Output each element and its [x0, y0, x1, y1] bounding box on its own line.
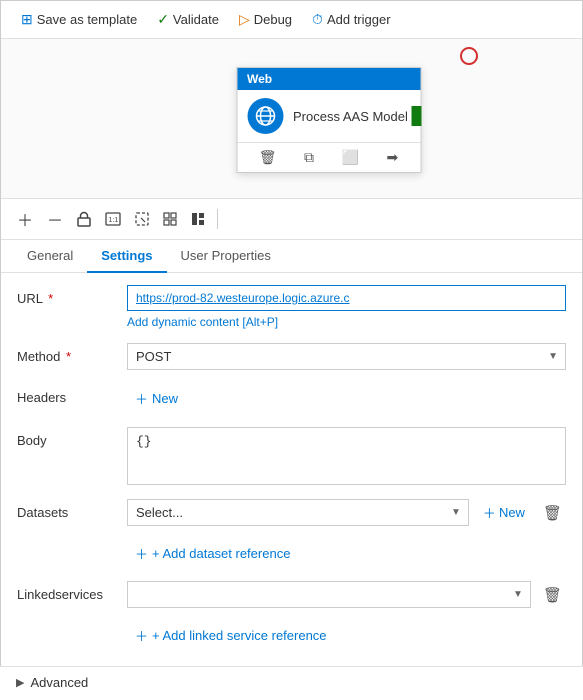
node-body: Process AAS Model — [237, 90, 420, 142]
headers-new-label: New — [152, 391, 178, 406]
add-dataset-ref-plus: ＋ — [135, 544, 148, 563]
method-required-star: * — [66, 349, 71, 364]
datasets-delete-button[interactable]: 🗑 — [539, 502, 566, 524]
debug-icon: ▷ — [239, 11, 250, 28]
method-control-wrap: POST GET PUT DELETE PATCH ▼ — [127, 343, 566, 370]
url-control-wrap: Add dynamic content [Alt+P] — [127, 285, 566, 329]
layout-button[interactable] — [185, 208, 211, 230]
body-row: Body {} — [17, 427, 566, 485]
fit-button[interactable]: 1:1 — [99, 208, 127, 230]
datasets-new-button[interactable]: ＋ New — [477, 499, 531, 526]
node-category-label: Web — [247, 72, 272, 86]
select-button[interactable] — [129, 208, 155, 230]
datasets-new-plus: ＋ — [483, 503, 496, 522]
node-duplicate-button[interactable]: ⬜ — [338, 147, 363, 168]
datasets-select-wrap: Select... ▼ — [127, 499, 469, 526]
advanced-label: Advanced — [30, 675, 88, 690]
linkedservices-control-wrap: ▼ 🗑 — [127, 581, 566, 608]
method-select[interactable]: POST GET PUT DELETE PATCH — [127, 343, 566, 370]
datasets-label: Datasets — [17, 499, 117, 520]
datasets-new-label: New — [499, 505, 525, 520]
validate-label: Validate — [173, 12, 219, 27]
body-textarea[interactable]: {} — [127, 427, 566, 485]
form-area: URL * Add dynamic content [Alt+P] Method… — [1, 273, 582, 700]
debug-label: Debug — [254, 12, 292, 27]
node-actions: 🗑 ⧉ ⬜ ➡ — [237, 142, 420, 172]
headers-control-wrap: ＋ New — [127, 384, 566, 413]
save-template-icon: ⊞ — [21, 11, 33, 28]
add-trigger-button[interactable]: ⏱ Add trigger — [304, 7, 399, 32]
tabs-row: General Settings User Properties — [1, 240, 582, 273]
zoom-in-button[interactable]: ＋ — [11, 203, 39, 235]
headers-label: Headers — [17, 384, 117, 405]
headers-new-button[interactable]: ＋ New — [127, 384, 566, 413]
zoom-out-button[interactable]: － — [41, 203, 69, 235]
tab-settings-label: Settings — [101, 248, 152, 263]
method-select-wrap: POST GET PUT DELETE PATCH ▼ — [127, 343, 566, 370]
url-label: URL * — [17, 285, 117, 306]
tab-general-label: General — [27, 248, 73, 263]
svg-text:1:1: 1:1 — [109, 217, 119, 224]
linkedservices-label: Linkedservices — [17, 581, 117, 602]
body-label: Body — [17, 427, 117, 448]
headers-new-plus: ＋ — [135, 389, 148, 408]
trigger-circle-indicator — [460, 47, 478, 65]
datasets-control-wrap: Select... ▼ ＋ New 🗑 — [127, 499, 566, 526]
arrange-button[interactable] — [157, 208, 183, 230]
url-row: URL * Add dynamic content [Alt+P] — [17, 285, 566, 329]
body-control-wrap: {} — [127, 427, 566, 485]
toolbar-divider — [217, 209, 218, 229]
tab-settings[interactable]: Settings — [87, 240, 166, 273]
linkedservices-select-wrap: ▼ — [127, 581, 531, 608]
node-delete-button[interactable]: 🗑 — [255, 147, 281, 168]
advanced-section[interactable]: ▶ Advanced — [0, 666, 583, 698]
add-dataset-ref-button[interactable]: ＋ + Add dataset reference — [127, 540, 298, 567]
node-connect-button[interactable]: ➡ — [382, 147, 402, 168]
linkedservices-select[interactable] — [127, 581, 531, 608]
method-label: Method * — [17, 343, 117, 364]
dynamic-content-link[interactable]: Add dynamic content [Alt+P] — [127, 315, 566, 329]
datasets-select[interactable]: Select... — [127, 499, 469, 526]
add-dataset-ref-label: + Add dataset reference — [152, 546, 290, 561]
canvas-area: Web Process AAS Model 🗑 ⧉ ⬜ ➡ — [1, 39, 582, 199]
add-dataset-ref-row: ＋ + Add dataset reference — [17, 540, 566, 567]
save-template-button[interactable]: ⊞ Save as template — [13, 7, 145, 32]
debug-button[interactable]: ▷ Debug — [231, 7, 300, 32]
method-row: Method * POST GET PUT DELETE PATCH ▼ — [17, 343, 566, 370]
tab-general[interactable]: General — [13, 240, 87, 273]
url-required-star: * — [48, 291, 53, 306]
node-title-label: Process AAS Model — [293, 109, 408, 124]
url-input[interactable] — [127, 285, 566, 311]
validate-button[interactable]: ✓ Validate — [149, 7, 227, 32]
top-toolbar: ⊞ Save as template ✓ Validate ▷ Debug ⏱ … — [1, 1, 582, 39]
node-card: Web Process AAS Model 🗑 ⧉ ⬜ ➡ — [236, 67, 421, 173]
save-template-label: Save as template — [37, 12, 137, 27]
advanced-chevron-icon: ▶ — [16, 676, 24, 689]
node-header: Web — [237, 68, 420, 90]
add-linked-ref-label: + Add linked service reference — [152, 628, 327, 643]
linkedservices-delete-button[interactable]: 🗑 — [539, 584, 566, 606]
tab-user-properties-label: User Properties — [181, 248, 271, 263]
datasets-row: Datasets Select... ▼ ＋ New 🗑 — [17, 499, 566, 526]
add-linked-ref-button[interactable]: ＋ + Add linked service reference — [127, 622, 335, 649]
lock-button[interactable] — [71, 207, 97, 231]
headers-row: Headers ＋ New — [17, 384, 566, 413]
node-icon — [247, 98, 283, 134]
linkedservices-controls-row: ▼ 🗑 — [127, 581, 566, 608]
add-trigger-icon: ⏱ — [312, 11, 323, 28]
secondary-toolbar: ＋ － 1:1 — [1, 199, 582, 240]
add-linked-ref-plus: ＋ — [135, 626, 148, 645]
node-copy-button[interactable]: ⧉ — [300, 147, 318, 168]
add-trigger-label: Add trigger — [327, 12, 391, 27]
node-status-dot — [411, 106, 421, 126]
datasets-controls-row: Select... ▼ ＋ New 🗑 — [127, 499, 566, 526]
linkedservices-row: Linkedservices ▼ 🗑 — [17, 581, 566, 608]
add-linked-ref-row: ＋ + Add linked service reference — [17, 622, 566, 649]
tab-user-properties[interactable]: User Properties — [167, 240, 285, 273]
validate-icon: ✓ — [157, 11, 169, 28]
